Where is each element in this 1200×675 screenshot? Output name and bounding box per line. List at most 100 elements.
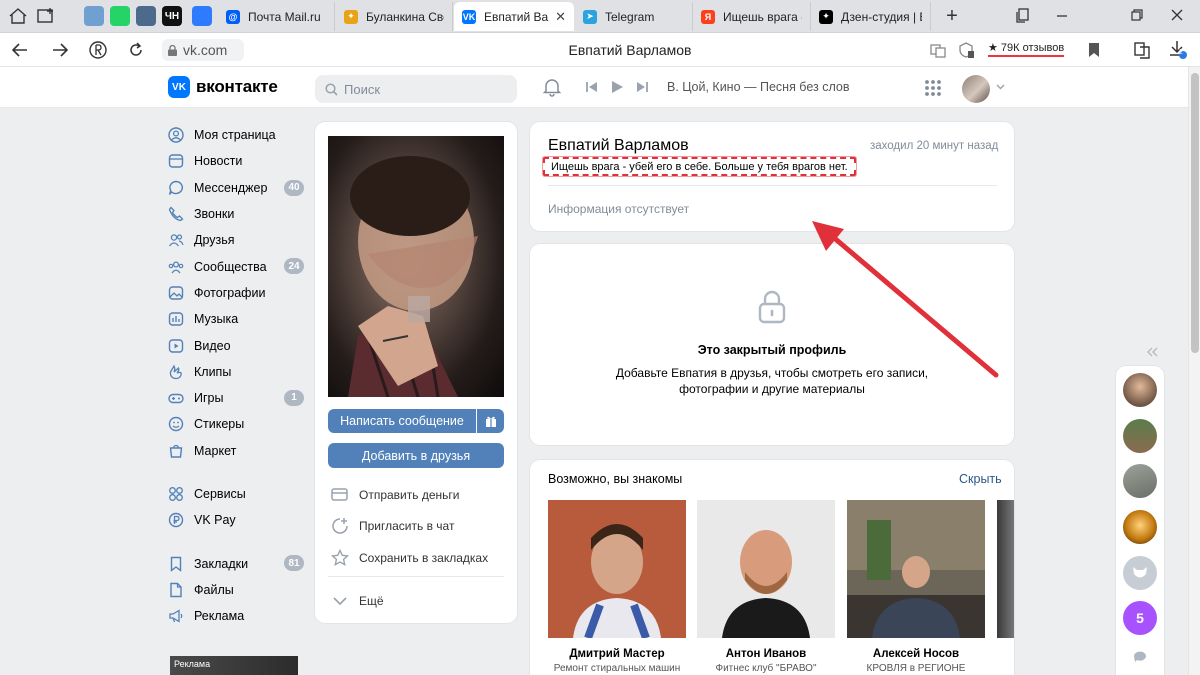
file-icon	[170, 582, 182, 598]
more-action[interactable]: Ещё	[331, 591, 384, 611]
user-avatar[interactable]	[962, 75, 990, 103]
yandex-icon[interactable]	[88, 40, 108, 60]
prev-track-icon[interactable]	[586, 81, 598, 93]
reload-icon[interactable]	[126, 40, 146, 60]
sidebar-item-ads[interactable]: Реклама	[168, 603, 308, 629]
sidebar-item-my-page[interactable]: Моя страница	[168, 122, 308, 148]
current-track[interactable]: В. Цой, Кино — Песня без слов	[667, 80, 849, 94]
gift-button[interactable]	[477, 409, 504, 433]
suggestion-card[interactable]: Алексей Носов КРОВЛЯ в РЕГИОНЕ	[847, 500, 985, 675]
sidebar-item-photos[interactable]: Фотографии	[168, 280, 308, 306]
browser-tab-3[interactable]: ➤ Telegram	[575, 2, 693, 31]
back-icon[interactable]	[10, 40, 30, 60]
sidebar-item-label: Фотографии	[194, 285, 266, 300]
mini-chat-avatar-2[interactable]	[1123, 419, 1157, 453]
sidebar-item-games[interactable]: Игры 1	[168, 385, 308, 411]
search-box[interactable]	[315, 75, 517, 103]
mini-chat-avatar-3[interactable]	[1123, 464, 1157, 498]
downloads-icon[interactable]: 2	[1168, 40, 1188, 60]
suggestion-photo[interactable]	[847, 500, 985, 638]
sidebar-item-news[interactable]: Новости	[168, 148, 308, 174]
tab-title: Telegram	[605, 9, 655, 24]
sidebar-item-calls[interactable]: Звонки	[168, 201, 308, 227]
profile-photo[interactable]	[328, 136, 504, 397]
next-suggestion-peek[interactable]	[997, 500, 1014, 638]
pin-cube[interactable]	[192, 6, 212, 26]
pin-chn[interactable]: ЧН	[162, 6, 182, 26]
mini-chat-avatar-1[interactable]	[1123, 373, 1157, 407]
suggestion-photo[interactable]	[548, 500, 686, 638]
pay-icon	[168, 513, 184, 528]
url-field[interactable]: vk.com	[162, 39, 244, 61]
ads-icon	[169, 609, 183, 623]
browser-tab-5[interactable]: ✦ Дзен-студия | Е	[811, 2, 931, 31]
sidebar-item-vkpay[interactable]: VK Pay	[168, 507, 308, 533]
pin-whatsapp[interactable]	[110, 6, 130, 26]
forward-icon[interactable]	[50, 40, 70, 60]
collections-icon[interactable]	[1132, 40, 1152, 60]
page-scrollbar[interactable]	[1188, 67, 1200, 675]
sidebar-item-clips[interactable]: Клипы	[168, 359, 308, 385]
save-bookmark-action[interactable]: Сохранить в закладках	[331, 548, 488, 568]
groups-icon	[168, 261, 184, 274]
minimize-icon[interactable]	[1055, 7, 1075, 23]
next-track-icon[interactable]	[636, 81, 648, 93]
money-icon	[331, 488, 348, 501]
sidebar-item-files[interactable]: Файлы	[168, 577, 308, 603]
sidebar-item-market[interactable]: Маркет	[168, 438, 308, 464]
sidebar-item-messenger[interactable]: Мессенджер 40	[168, 175, 308, 201]
chat-bubble-icon[interactable]	[1133, 651, 1147, 663]
protect-icon[interactable]	[956, 40, 976, 60]
mini-chat-avatar-5[interactable]	[1123, 556, 1157, 590]
hide-suggestions-link[interactable]: Скрыть	[959, 472, 1002, 486]
add-friend-button[interactable]: Добавить в друзья	[328, 443, 504, 468]
browser-tab-4[interactable]: Я Ищешь врага -	[693, 2, 811, 31]
sidebar-item-groups[interactable]: Сообщества 24	[168, 253, 308, 279]
sidebar-item-services[interactable]: Сервисы	[168, 481, 308, 507]
suggestion-card[interactable]: Дмитрий Мастер Ремонт стиральных машин	[548, 500, 686, 675]
suggestion-name[interactable]: Антон Иванов	[697, 648, 835, 660]
market-icon	[169, 444, 183, 458]
bell-icon[interactable]	[542, 77, 562, 97]
sidebar-item-video[interactable]: Видео	[168, 332, 308, 358]
sidebar-item-music[interactable]: Музыка	[168, 306, 308, 332]
vk-logo[interactable]: VK вконтакте	[168, 76, 278, 98]
restore-icon[interactable]	[1130, 7, 1150, 23]
new-window-icon[interactable]	[34, 5, 58, 27]
sidebar-item-bookmarks[interactable]: Закладки 81	[168, 550, 308, 576]
invite-chat-action[interactable]: Пригласить в чат	[331, 516, 454, 536]
chevron-down-icon[interactable]	[996, 84, 1005, 90]
suggestion-name[interactable]: Алексей Носов	[847, 648, 985, 660]
scrollbar-thumb[interactable]	[1191, 73, 1199, 353]
suggestion-photo[interactable]	[697, 500, 835, 638]
suggestion-card[interactable]: Антон Иванов Фитнес клуб "БРАВО"	[697, 500, 835, 675]
translate-icon[interactable]	[928, 40, 948, 60]
collapse-chevrons-icon[interactable]	[1146, 347, 1158, 357]
sidebar-badge: 81	[284, 555, 304, 572]
ad-banner[interactable]: Реклама	[170, 656, 298, 675]
send-money-action[interactable]: Отправить деньги	[331, 485, 459, 505]
sidebar-item-stickers[interactable]: Стикеры	[168, 411, 308, 437]
pin-vkvideo[interactable]	[84, 6, 104, 26]
play-icon[interactable]	[611, 81, 623, 93]
tabs-menu-icon[interactable]	[1015, 7, 1035, 23]
send-message-button[interactable]: Написать сообщение	[328, 409, 476, 433]
browser-tab-0[interactable]: @ Почта Mail.ru	[218, 2, 335, 31]
apps-grid-icon[interactable]	[924, 79, 942, 97]
person-illustration	[573, 524, 661, 638]
browser-tab-1[interactable]: ✦ Буланкина Све	[336, 2, 453, 31]
new-tab-button[interactable]: +	[942, 5, 962, 28]
bookmark-page-icon[interactable]	[1084, 40, 1104, 60]
mini-chat-count[interactable]: 5	[1123, 601, 1157, 635]
search-input[interactable]	[344, 81, 504, 97]
browser-tab-2[interactable]: VK Евпатий Вар ✕	[454, 2, 574, 31]
close-window-icon[interactable]	[1170, 7, 1190, 23]
close-tab-icon[interactable]: ✕	[549, 9, 566, 25]
pin-mask[interactable]	[136, 6, 156, 26]
home-icon[interactable]	[6, 5, 30, 27]
suggestion-name[interactable]: Дмитрий Мастер	[548, 648, 686, 660]
vk-header: VK вконтакте В. Цой, Кино — Песня без сл…	[0, 67, 1188, 108]
reviews-badge[interactable]: ★ 79К отзывов	[988, 41, 1065, 57]
sidebar-item-friends[interactable]: Друзья	[168, 227, 308, 253]
mini-chat-avatar-4[interactable]	[1123, 510, 1157, 544]
